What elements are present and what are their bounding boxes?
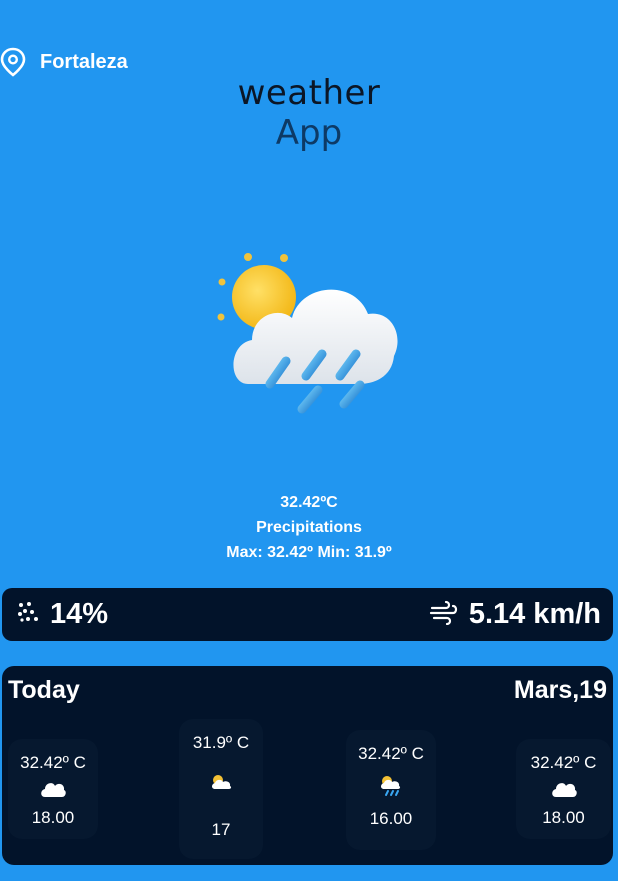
stats-bar: 14% 5.14 km/h	[2, 588, 613, 641]
rain-drops-icon	[16, 600, 40, 629]
current-condition: Precipitations	[256, 519, 362, 536]
forecast-panel: Today Mars,19 32.42º C 18.00 31.9º C 17 …	[2, 666, 613, 865]
precipitation-value: 14%	[50, 598, 109, 630]
forecast-day-label: Today	[8, 676, 80, 704]
forecast-date: Mars,19	[513, 676, 607, 704]
forecast-value: 18.00	[542, 808, 585, 827]
forecast-temp: 32.42º C	[530, 753, 597, 772]
app-title-line1: weather	[237, 73, 381, 113]
forecast-card[interactable]: 32.42º C 18.00	[8, 739, 98, 839]
current-weather-info: 32.42ºC Precipitations Max: 32.42º Min: …	[0, 490, 618, 565]
forecast-card[interactable]: 32.42º C 16.00	[346, 730, 436, 850]
sun-cloud-rain-icon	[346, 774, 436, 803]
forecast-value: 16.00	[369, 809, 413, 828]
forecast-temp: 31.9º C	[192, 733, 250, 752]
sun-cloud-rain-icon	[208, 244, 408, 424]
app-title-line2: App	[275, 113, 343, 153]
forecast-card[interactable]: 31.9º C 17	[179, 719, 263, 859]
sun-cloud-icon	[179, 773, 263, 796]
cloud-icon	[516, 779, 611, 804]
forecast-value: 18.00	[31, 808, 75, 827]
wind-icon	[429, 599, 459, 630]
forecast-card[interactable]: 32.42º C 18.00	[516, 739, 611, 839]
precipitation-stat: 14%	[16, 598, 108, 631]
max-min-temperature: Max: 32.42º Min: 31.9º	[226, 544, 392, 561]
location-name: Fortaleza	[40, 50, 128, 73]
forecast-temp: 32.42º C	[20, 753, 86, 772]
current-temperature: 32.42ºC	[280, 494, 338, 511]
app-title: weather App	[0, 72, 618, 152]
forecast-value: 17	[211, 820, 231, 839]
forecast-temp: 32.42º C	[358, 744, 424, 763]
forecast-header: Today Mars,19	[8, 676, 607, 705]
wind-value: 5.14 km/h	[468, 598, 601, 630]
cloud-icon	[8, 779, 98, 804]
wind-stat: 5.14 km/h	[429, 598, 601, 631]
